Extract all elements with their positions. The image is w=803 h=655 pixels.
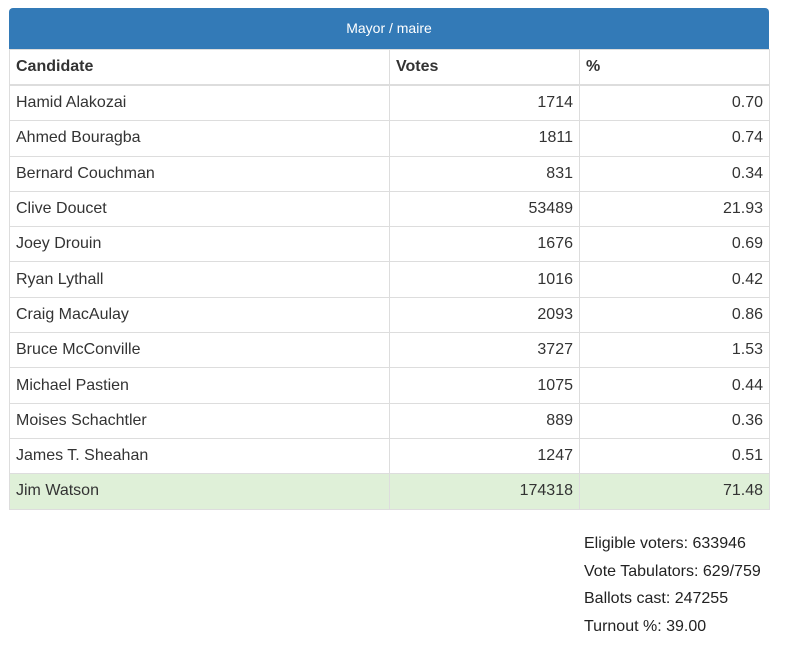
votes-cell: 2093 (389, 296, 580, 334)
table-row: Michael Pastien 1075 0.44 (9, 367, 770, 404)
candidate-cell: Hamid Alakozai (9, 84, 390, 122)
votes-cell: 3727 (389, 332, 580, 369)
table-row: Ahmed Bouragba 1811 0.74 (9, 120, 770, 157)
candidate-cell: Jim Watson (9, 473, 390, 510)
candidate-cell: Moises Schachtler (9, 402, 390, 439)
table-row: Moises Schachtler 889 0.36 (9, 402, 770, 439)
table-row: Ryan Lythall 1016 0.42 (9, 261, 770, 298)
candidate-cell: Craig MacAulay (9, 296, 390, 334)
table-row: Bernard Couchman 831 0.34 (9, 155, 770, 192)
votes-cell: 1247 (389, 437, 580, 475)
candidate-cell: Michael Pastien (9, 367, 390, 404)
votes-cell: 1676 (389, 226, 580, 263)
column-header-candidate: Candidate (9, 49, 390, 86)
column-header-percent: % (579, 49, 770, 86)
percent-cell: 0.74 (579, 120, 770, 157)
candidate-cell: Joey Drouin (9, 226, 390, 263)
candidate-cell: James T. Sheahan (9, 437, 390, 475)
eligible-voters: Eligible voters: 633946 (584, 535, 746, 552)
table-row: Joey Drouin 1676 0.69 (9, 226, 770, 263)
percent-cell: 21.93 (579, 190, 770, 228)
percent-cell: 0.44 (579, 367, 770, 404)
percent-cell: 0.70 (579, 84, 770, 122)
percent-cell: 71.48 (579, 473, 770, 510)
votes-cell: 174318 (389, 473, 580, 510)
table-row: Craig MacAulay 2093 0.86 (9, 296, 770, 334)
table-header-row: Candidate Votes % (9, 49, 770, 86)
vote-tabulators: Vote Tabulators: 629/759 (584, 562, 761, 580)
percent-cell: 0.69 (579, 226, 770, 263)
table-row: Clive Doucet 53489 21.93 (9, 190, 770, 228)
election-stats: Eligible voters: 633946 Vote Tabulators:… (584, 530, 761, 640)
percent-cell: 0.42 (579, 261, 770, 298)
column-header-votes: Votes (389, 49, 580, 86)
percent-cell: 0.51 (579, 437, 770, 475)
table-row: Jim Watson 174318 71.48 (9, 473, 770, 510)
votes-cell: 1016 (389, 261, 580, 298)
votes-cell: 831 (389, 155, 580, 192)
table-row: Bruce McConville 3727 1.53 (9, 332, 770, 369)
results-panel: Mayor / maire Candidate Votes % Hamid Al… (9, 8, 770, 510)
candidate-cell: Clive Doucet (9, 190, 390, 228)
votes-cell: 1075 (389, 367, 580, 404)
panel-title: Mayor / maire (9, 8, 769, 49)
ballots-cast: Ballots cast: 247255 (584, 590, 729, 608)
percent-cell: 1.53 (579, 332, 770, 369)
results-table: Candidate Votes % Hamid Alakozai 1714 0.70… (9, 49, 770, 510)
table-row: Hamid Alakozai 1714 0.70 (9, 84, 770, 122)
percent-cell: 0.86 (579, 296, 770, 334)
candidate-cell: Ahmed Bouragba (9, 120, 390, 157)
candidate-cell: Bruce McConville (9, 332, 390, 369)
turnout: Turnout %: 39.00 (584, 617, 707, 635)
table-row: James T. Sheahan 1247 0.51 (9, 437, 770, 475)
candidate-cell: Bernard Couchman (9, 155, 390, 192)
percent-cell: 0.34 (579, 155, 770, 192)
candidate-cell: Ryan Lythall (9, 261, 390, 298)
votes-cell: 889 (389, 402, 580, 439)
votes-cell: 1811 (389, 120, 580, 157)
votes-cell: 1714 (389, 84, 580, 122)
percent-cell: 0.36 (579, 402, 770, 439)
votes-cell: 53489 (389, 190, 580, 228)
